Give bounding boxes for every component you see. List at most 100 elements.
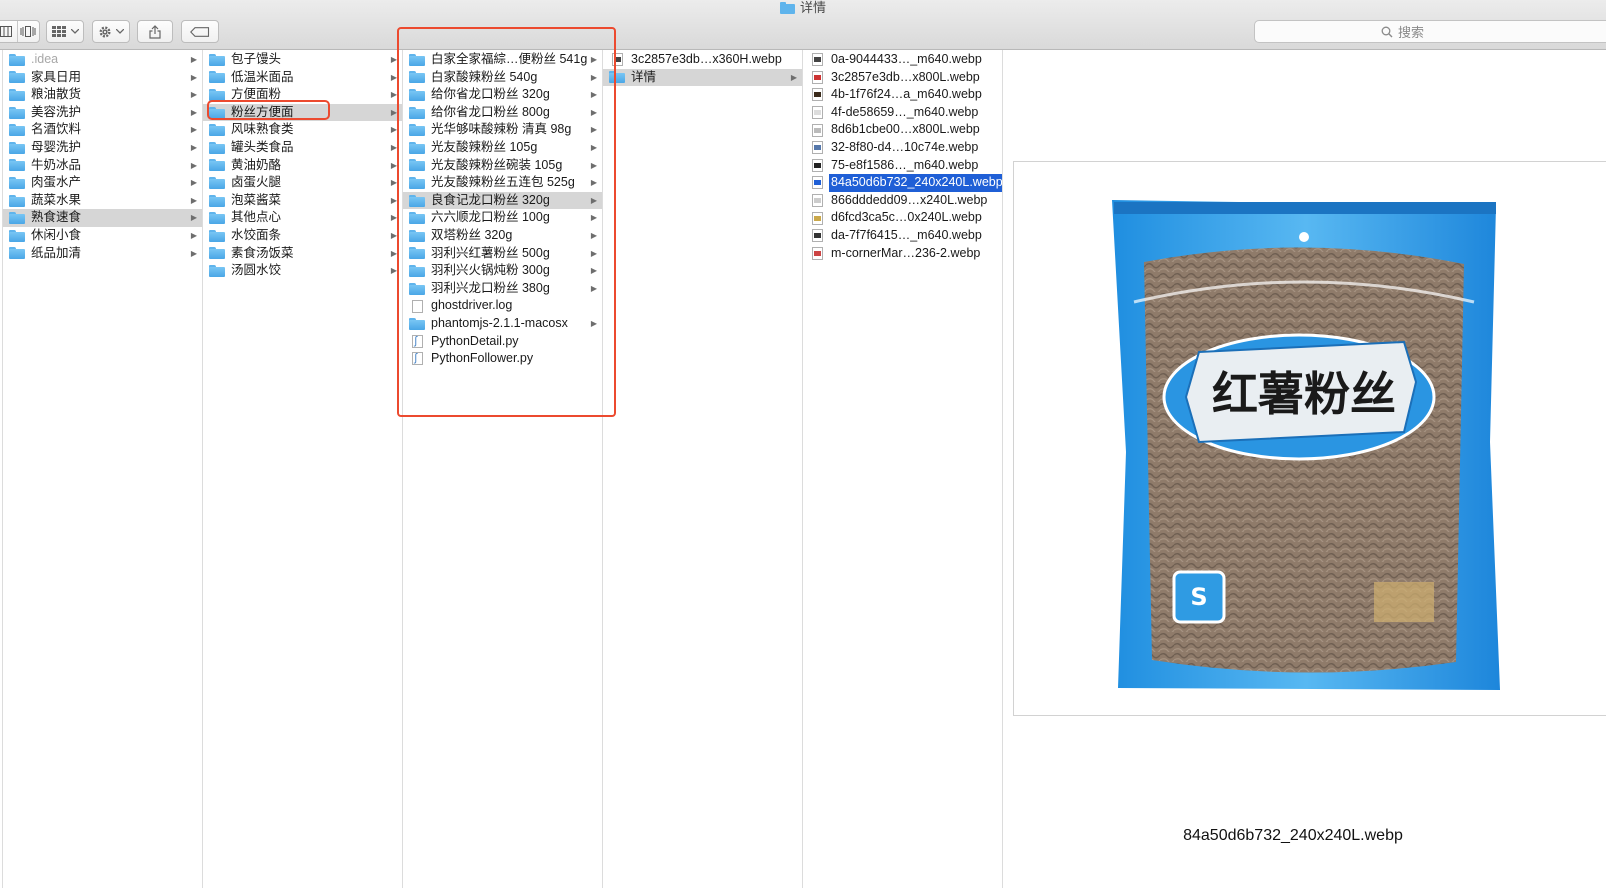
- item-label: 4b-1f76f24…a_m640.webp: [831, 87, 982, 102]
- item-label: 3c2857e3db…x800L.webp: [831, 69, 980, 84]
- folder-item[interactable]: 六六顺龙口粉丝 100g ▶: [403, 209, 602, 227]
- disclosure-arrow-icon: ▶: [390, 178, 397, 188]
- column-detail-images[interactable]: 0a-9044433…_m640.webp 3c2857e3db…x800L.we…: [803, 50, 1003, 888]
- file-item[interactable]: 4b-1f76f24…a_m640.webp: [803, 86, 1002, 104]
- file-item[interactable]: 0a-9044433…_m640.webp: [803, 51, 1002, 69]
- file-item[interactable]: 4f-de58659…_m640.webp: [803, 104, 1002, 122]
- folder-item[interactable]: 黄油奶酪 ▶: [203, 157, 402, 175]
- folder-item[interactable]: 母婴洗护 ▶: [3, 139, 202, 157]
- item-label: 休闲小食: [31, 227, 82, 242]
- item-label: PythonFollower.py: [431, 351, 534, 366]
- folder-item[interactable]: 良食记龙口粉丝 320g ▶: [403, 191, 602, 210]
- item-label: 给你省龙口粉丝 800g: [431, 104, 550, 119]
- chevron-down-icon: [70, 29, 79, 34]
- file-item[interactable]: ghostdriver.log: [403, 297, 602, 315]
- file-item[interactable]: 3c2857e3db…x800L.webp: [803, 69, 1002, 87]
- disclosure-arrow-icon: ▶: [390, 266, 397, 276]
- column-product-files[interactable]: 3c2857e3db…x360H.webp 详情 ▶: [603, 50, 803, 888]
- image-preview: 红薯粉丝 S: [1013, 161, 1606, 716]
- file-item[interactable]: 8d6b1cbe00…x800L.webp: [803, 121, 1002, 139]
- folder-item[interactable]: 羽利兴龙口粉丝 380g ▶: [403, 280, 602, 298]
- folder-item[interactable]: 包子馒头 ▶: [203, 51, 402, 69]
- folder-item[interactable]: 风味熟食类 ▶: [203, 121, 402, 139]
- folder-item[interactable]: 纸品加清 ▶: [3, 245, 202, 263]
- file-item[interactable]: d6fcd3ca5c…0x240L.webp: [803, 209, 1002, 227]
- disclosure-arrow-icon: ▶: [390, 230, 397, 240]
- folder-item[interactable]: 给你省龙口粉丝 800g ▶: [403, 104, 602, 122]
- item-label: 素食汤饭菜: [231, 245, 294, 260]
- folder-item[interactable]: 家具日用 ▶: [3, 69, 202, 87]
- file-item[interactable]: PythonDetail.py: [403, 333, 602, 350]
- folder-item[interactable]: 羽利兴火锅炖粉 300g ▶: [403, 262, 602, 280]
- folder-item[interactable]: 罐头类食品 ▶: [203, 139, 402, 157]
- folder-item[interactable]: 详情 ▶: [603, 68, 802, 87]
- item-label: 蔬菜水果: [31, 192, 82, 207]
- item-label: 给你省龙口粉丝 320g: [431, 87, 550, 102]
- disclosure-arrow-icon: ▶: [190, 72, 197, 82]
- item-label: 泡菜酱菜: [231, 192, 282, 207]
- disclosure-arrow-icon: ▶: [390, 125, 397, 135]
- folder-item[interactable]: 名酒饮料 ▶: [3, 121, 202, 139]
- folder-item[interactable]: 低温米面品 ▶: [203, 69, 402, 87]
- column-products[interactable]: 白家全家福綜…便粉丝 541g ▶ 白家酸辣粉丝 540g ▶ 给你省龙口粉丝 320g…: [403, 50, 603, 888]
- folder-item[interactable]: 熟食速食 ▶: [3, 209, 202, 227]
- view-mode-switcher[interactable]: [0, 20, 40, 43]
- folder-item[interactable]: 白家酸辣粉丝 540g ▶: [403, 69, 602, 87]
- share-button[interactable]: [137, 20, 173, 43]
- item-label: .idea: [31, 52, 59, 66]
- folder-item[interactable]: 水饺面条 ▶: [203, 227, 402, 245]
- item-label: 风味熟食类: [231, 122, 294, 137]
- search-field[interactable]: 搜索: [1254, 20, 1606, 43]
- image-thumbnail-icon: [809, 158, 825, 172]
- tag-button[interactable]: [181, 20, 219, 43]
- folder-item[interactable]: 汤圆水饺 ▶: [203, 262, 402, 280]
- folder-item[interactable]: 光友酸辣粉丝碗装 105g ▶: [403, 157, 602, 175]
- folder-item[interactable]: 美容洗护 ▶: [3, 104, 202, 122]
- file-item[interactable]: 866dddedd09…x240L.webp: [803, 192, 1002, 210]
- column-view-icon[interactable]: [0, 21, 17, 42]
- file-item[interactable]: 75-e8f1586…_m640.webp: [803, 157, 1002, 175]
- folder-item[interactable]: 泡菜酱菜 ▶: [203, 192, 402, 210]
- column-categories[interactable]: .idea ▶ 家具日用 ▶ 粮油散货 ▶ 美容洗护 ▶ 名酒饮料 ▶ 母婴洗护 ▶ 牛奶冰品 ▶ 肉蛋水产…: [2, 50, 203, 888]
- search-icon: [1381, 26, 1393, 37]
- disclosure-arrow-icon: ▶: [390, 213, 397, 223]
- folder-item[interactable]: 方便面粉 ▶: [203, 86, 402, 104]
- item-label: 家具日用: [31, 69, 82, 84]
- arrange-button[interactable]: [46, 20, 84, 43]
- folder-item[interactable]: 素食汤饭菜 ▶: [203, 245, 402, 263]
- item-label: 8d6b1cbe00…x800L.webp: [831, 122, 980, 137]
- item-label: 包子馒头: [231, 52, 282, 66]
- folder-item[interactable]: 肉蛋水产 ▶: [3, 174, 202, 192]
- folder-item[interactable]: 光华够味酸辣粉 清真 98g ▶: [403, 121, 602, 139]
- folder-item[interactable]: 光友酸辣粉丝 105g ▶: [403, 139, 602, 157]
- image-thumbnail-icon: [809, 123, 825, 137]
- column-subcategories[interactable]: 包子馒头 ▶ 低温米面品 ▶ 方便面粉 ▶ 粉丝方便面 ▶ 风味熟食类 ▶ 罐头类食品 ▶ 黄油奶酪 ▶ 卤…: [203, 50, 403, 888]
- item-label: 水饺面条: [231, 227, 282, 242]
- file-item[interactable]: 32-8f80-d4…10c74e.webp: [803, 139, 1002, 157]
- file-item[interactable]: 84a50d6b732_240x240L.webp: [803, 174, 1002, 192]
- folder-item[interactable]: 其他点心 ▶: [203, 209, 402, 227]
- folder-item[interactable]: 白家全家福綜…便粉丝 541g ▶: [403, 51, 602, 69]
- folder-item[interactable]: 休闲小食 ▶: [3, 227, 202, 245]
- folder-item[interactable]: .idea ▶: [3, 51, 202, 69]
- tag-icon: [190, 26, 210, 37]
- action-button[interactable]: [92, 20, 130, 43]
- file-item[interactable]: da-7f7f6415…_m640.webp: [803, 227, 1002, 245]
- folder-item[interactable]: 卤蛋火腿 ▶: [203, 174, 402, 192]
- folder-item[interactable]: 双塔粉丝 320g ▶: [403, 227, 602, 245]
- folder-item[interactable]: 给你省龙口粉丝 320g ▶: [403, 86, 602, 104]
- file-item[interactable]: PythonFollower.py: [403, 350, 602, 368]
- folder-item[interactable]: 光友酸辣粉丝五连包 525g ▶: [403, 174, 602, 192]
- item-label: 866dddedd09…x240L.webp: [831, 192, 988, 207]
- folder-item[interactable]: 粉丝方便面 ▶: [203, 103, 402, 122]
- image-thumbnail-icon: [809, 53, 825, 67]
- folder-item[interactable]: 粮油散货 ▶: [3, 86, 202, 104]
- folder-icon: [9, 194, 25, 207]
- file-item[interactable]: m-cornerMar…236-2.webp: [803, 245, 1002, 263]
- file-item[interactable]: 3c2857e3db…x360H.webp: [603, 51, 802, 69]
- folder-item[interactable]: 羽利兴红薯粉丝 500g ▶: [403, 245, 602, 263]
- folder-item[interactable]: 牛奶冰品 ▶: [3, 157, 202, 175]
- folder-item[interactable]: phantomjs-2.1.1-macosx ▶: [403, 315, 602, 333]
- cover-flow-icon[interactable]: [16, 21, 39, 42]
- folder-item[interactable]: 蔬菜水果 ▶: [3, 192, 202, 210]
